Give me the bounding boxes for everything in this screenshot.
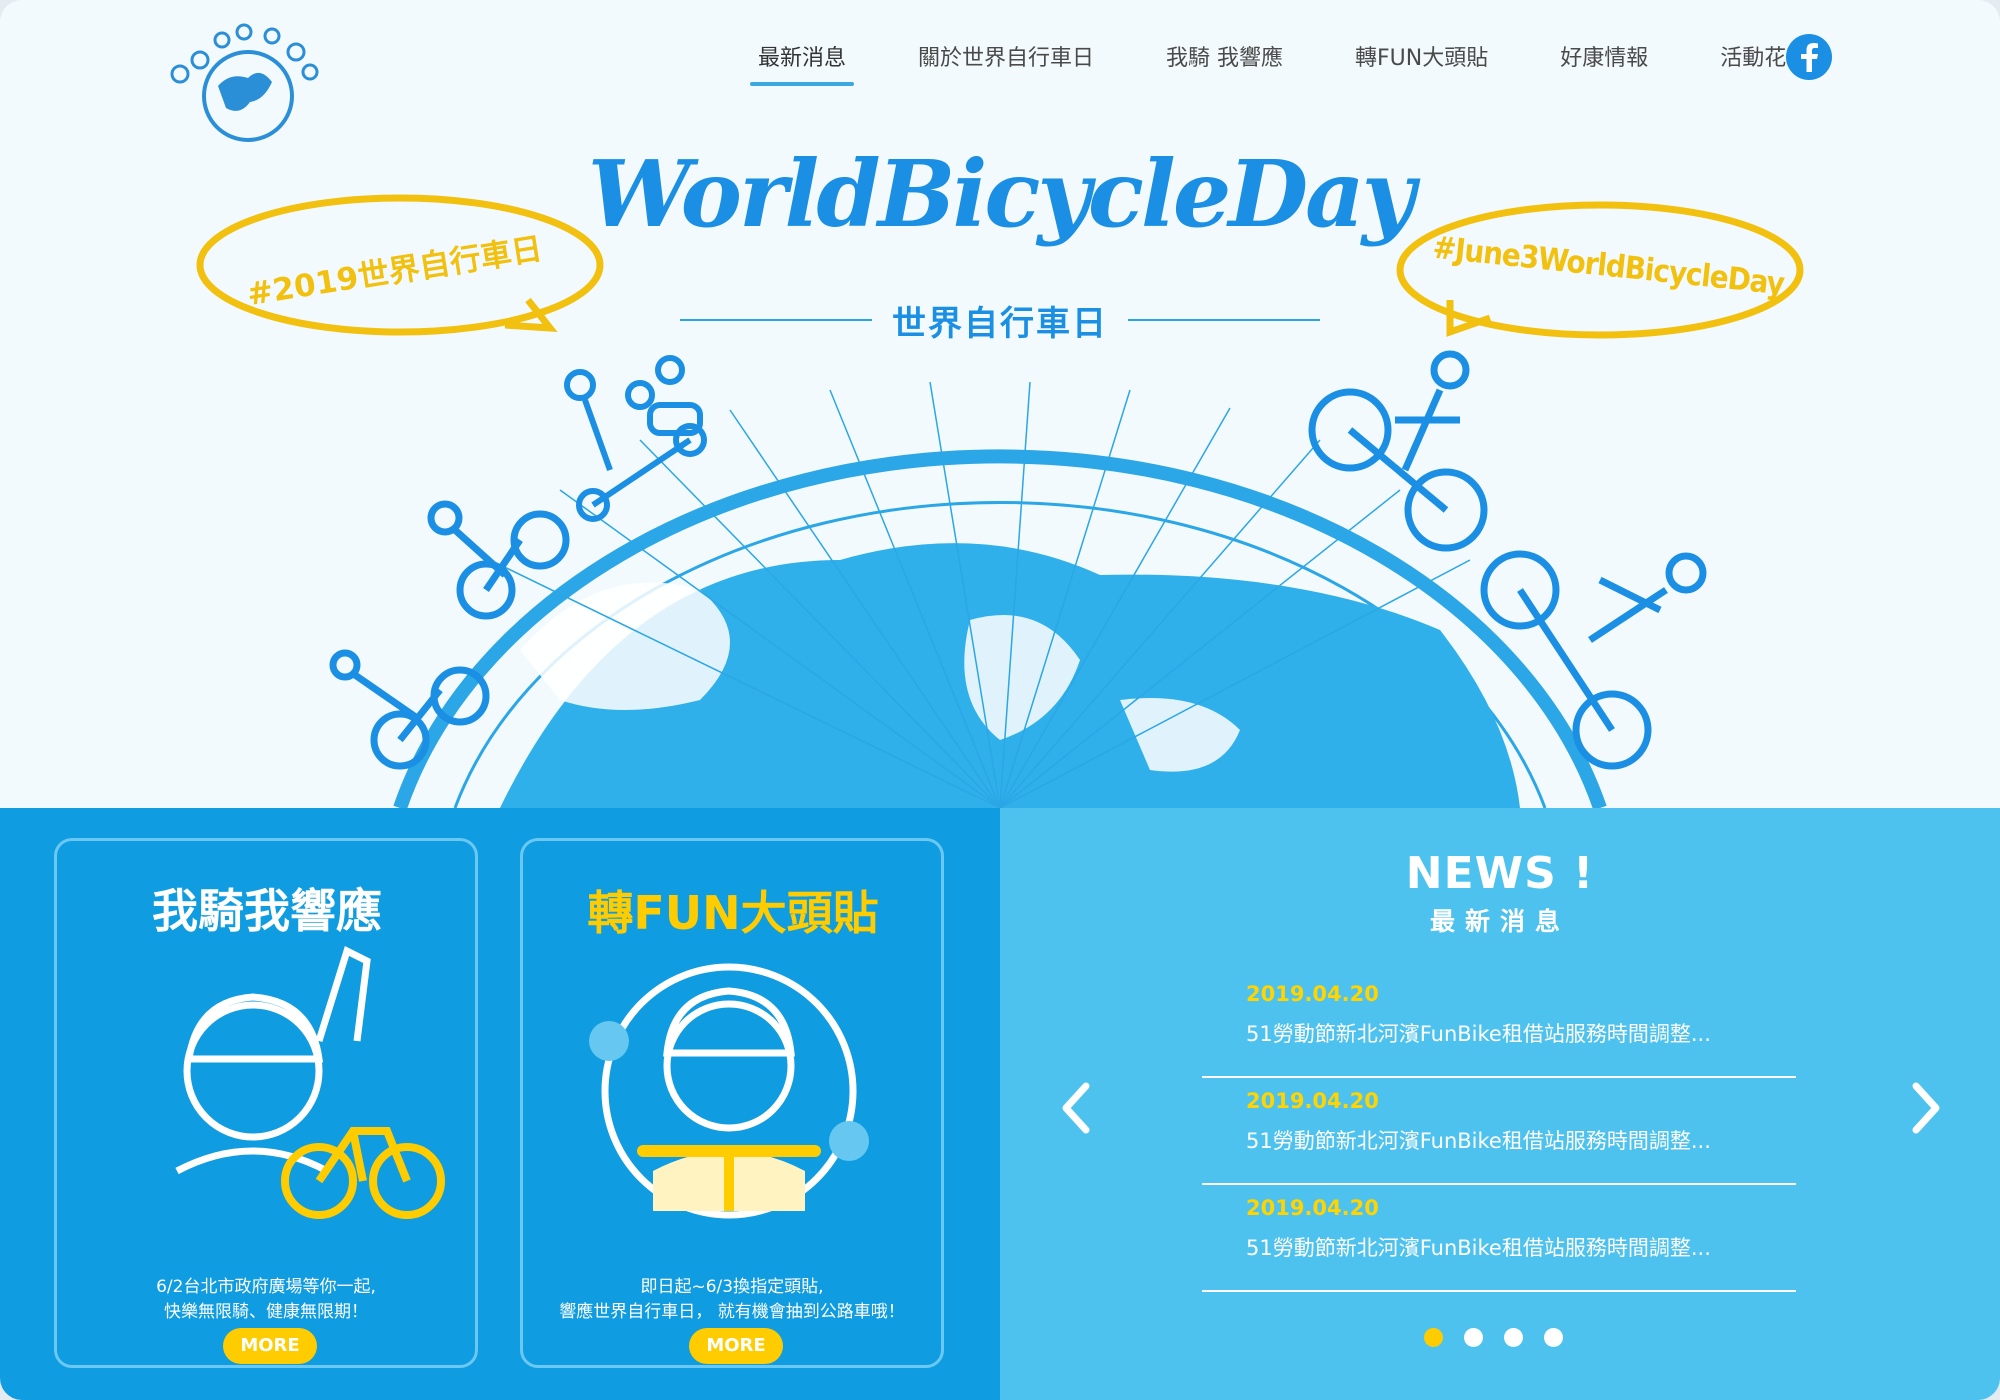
carousel-dot[interactable] <box>1544 1328 1563 1347</box>
nav-item-latest-news[interactable]: 最新消息 <box>746 34 858 86</box>
hero-title: WorldBicycleDay <box>587 140 1415 248</box>
nav-item-about[interactable]: 關於世界自行車日 <box>906 34 1106 86</box>
news-section: NEWS ! 最新消息 2019.04.20 51勞動節新北河濱FunBike租… <box>1000 808 2000 1400</box>
news-item[interactable]: 2019.04.20 51勞動節新北河濱FunBike租借站服務時間調整... <box>1202 1184 1796 1292</box>
avatar-more-button[interactable]: MORE <box>689 1328 783 1364</box>
profile-picture-illustration: 轉FUN大頭貼 <box>587 886 879 1219</box>
nav-item-profile-picture[interactable]: 轉FUN大頭貼 <box>1343 34 1500 86</box>
divider <box>680 319 872 321</box>
facebook-icon[interactable] <box>1786 34 1832 80</box>
ride-art-title: 我騎我響應 <box>152 884 382 938</box>
carousel-dot[interactable] <box>1504 1328 1523 1347</box>
news-date: 2019.04.20 <box>1246 1089 1379 1113</box>
globe-wheel-graphic <box>393 381 1607 808</box>
news-title[interactable]: 51勞動節新北河濱FunBike租借站服務時間調整... <box>1246 1018 1711 1048</box>
cyclist-left-1-icon <box>329 649 490 770</box>
carousel-dots <box>1424 1328 1584 1350</box>
main-nav: 最新消息 關於世界自行車日 我騎 我響應 轉FUN大頭貼 好康情報 活動花絮 <box>746 34 1868 90</box>
promo-card-avatar[interactable]: 轉FUN大頭貼 即日起~6/3換指定頭貼, 響應世界自行車日， 就有機會抽到公路… <box>520 838 944 1368</box>
ride-respond-illustration: 我騎我響應 <box>152 884 445 1219</box>
news-item[interactable]: 2019.04.20 51勞動節新北河濱FunBike租借站服務時間調整... <box>1202 1077 1796 1185</box>
hero-subtitle: 世界自行車日 <box>892 303 1108 344</box>
ride-desc-line1: 6/2台北市政府廣場等你一起, <box>156 1277 376 1297</box>
nav-item-offers[interactable]: 好康情報 <box>1548 34 1660 86</box>
news-title[interactable]: 51勞動節新北河濱FunBike租借站服務時間調整... <box>1246 1125 1711 1155</box>
news-heading: NEWS ! <box>1405 848 1595 899</box>
news-subheading: 最新消息 <box>1429 907 1570 936</box>
ride-more-button[interactable]: MORE <box>223 1328 317 1364</box>
news-title[interactable]: 51勞動節新北河濱FunBike租借站服務時間調整... <box>1246 1232 1711 1262</box>
news-item[interactable]: 2019.04.20 51勞動節新北河濱FunBike租借站服務時間調整... <box>1202 970 1796 1078</box>
carousel-dot[interactable] <box>1464 1328 1483 1347</box>
site-logo[interactable] <box>160 16 320 144</box>
carousel-dot-active[interactable] <box>1424 1328 1443 1347</box>
page-frame: WorldBicycleDay 世界自行車日 #2019世界自行車日 #June… <box>0 0 2000 1400</box>
avatar-desc-line1: 即日起~6/3換指定頭貼, <box>640 1277 824 1297</box>
promo-section: 我騎我響應 6/2台北市政府廣場等你一起, 快樂無限騎、健康無限期！ MORE … <box>0 808 1000 1400</box>
nav-item-ride-respond[interactable]: 我騎 我響應 <box>1154 34 1295 86</box>
divider <box>1128 319 1320 321</box>
next-arrow-icon[interactable] <box>1900 1076 1950 1140</box>
avatar-art-title: 轉FUN大頭貼 <box>587 886 878 940</box>
cyclist-right-1-icon <box>1308 350 1488 552</box>
news-date: 2019.04.20 <box>1246 982 1379 1006</box>
promo-card-ride[interactable]: 我騎我響應 6/2台北市政府廣場等你一起, 快樂無限騎、健康無限期！ MORE <box>54 838 478 1368</box>
news-date: 2019.04.20 <box>1246 1196 1379 1220</box>
hero-subtitle-row: 世界自行車日 <box>680 298 1320 344</box>
prev-arrow-icon[interactable] <box>1052 1076 1102 1140</box>
ride-desc-line2: 快樂無限騎、健康無限期！ <box>164 1302 368 1322</box>
avatar-desc-line2: 響應世界自行車日， 就有機會抽到公路車哦！ <box>559 1302 905 1322</box>
cyclist-left-3-icon <box>564 355 707 522</box>
